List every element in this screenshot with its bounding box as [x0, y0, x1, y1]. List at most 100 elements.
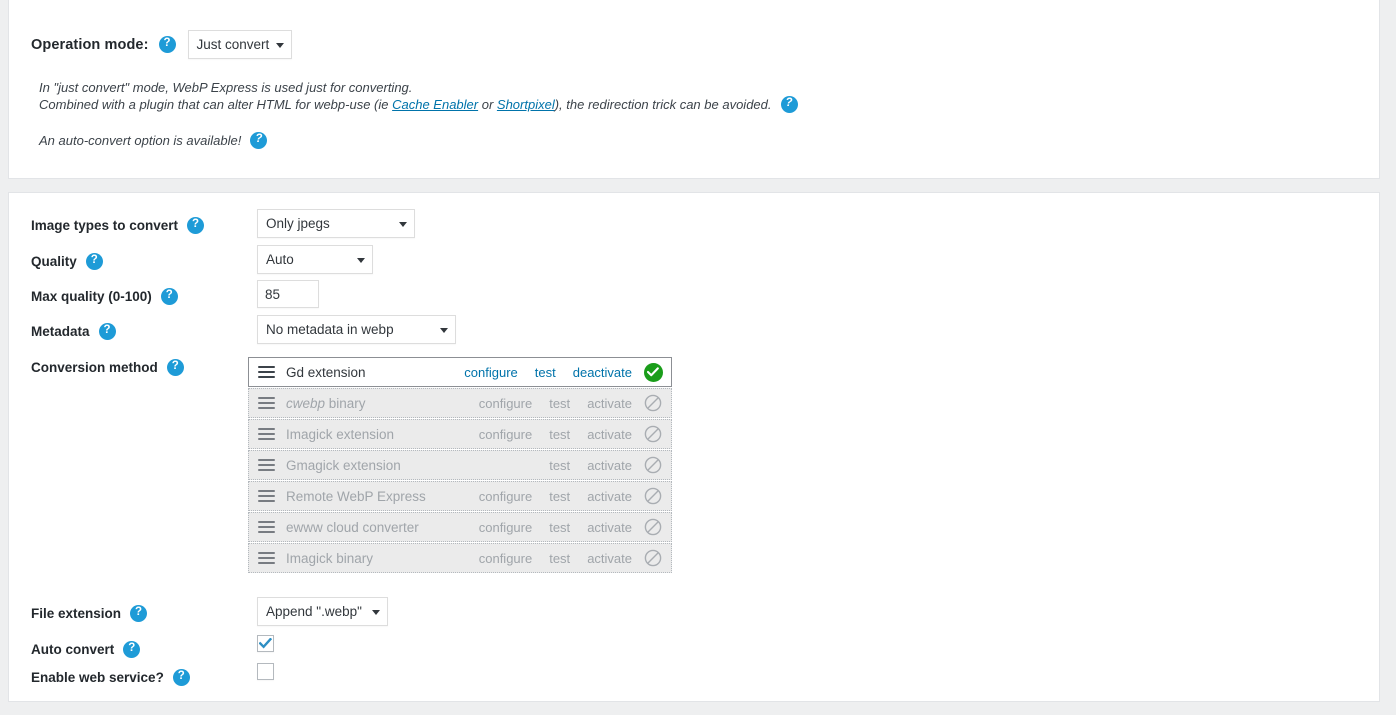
toggle-activation-link[interactable]: activate	[587, 520, 632, 535]
no-entry-icon	[644, 456, 662, 474]
toggle-activation-link[interactable]: activate	[587, 458, 632, 473]
quality-row: Quality ? Auto	[9, 245, 1379, 280]
configure-link[interactable]: configure	[464, 365, 517, 380]
no-entry-icon	[644, 394, 662, 412]
metadata-select[interactable]: No metadata in webp	[257, 315, 456, 344]
drag-handle-icon[interactable]	[258, 459, 275, 471]
configure-link[interactable]: configure	[479, 396, 532, 411]
quality-select[interactable]: Auto	[257, 245, 373, 274]
configure-link[interactable]: configure	[479, 489, 532, 504]
max-quality-control	[257, 280, 319, 308]
drag-handle-icon[interactable]	[258, 521, 275, 533]
test-link[interactable]: test	[549, 489, 570, 504]
file-extension-select[interactable]: Append ".webp"	[257, 597, 388, 626]
question-mark-icon[interactable]: ?	[250, 132, 268, 150]
test-link[interactable]: test	[549, 458, 570, 473]
image-types-select[interactable]: Only jpegs	[257, 209, 415, 238]
question-mark-icon[interactable]: ?	[158, 36, 176, 53]
conversion-method-actions: configure test activate	[479, 489, 632, 504]
toggle-activation-link[interactable]: deactivate	[573, 365, 632, 380]
conversion-method-row[interactable]: ewww cloud converter configure test activat…	[248, 512, 672, 542]
operation-mode-panel: Operation mode: ? Just convert In "just …	[8, 0, 1380, 179]
image-types-control: Only jpegs	[257, 209, 415, 238]
auto-convert-checkbox[interactable]	[257, 635, 274, 652]
toggle-activation-link[interactable]: activate	[587, 551, 632, 566]
question-mark-icon[interactable]: ?	[123, 640, 141, 658]
conversion-method-actions: configure test activate	[479, 396, 632, 411]
drag-handle-icon[interactable]	[258, 428, 275, 440]
question-mark-icon[interactable]: ?	[98, 322, 116, 340]
conversion-method-row: Conversion method ?	[9, 356, 1379, 386]
operation-mode-select-value: Just convert	[196, 37, 270, 52]
test-link[interactable]: test	[549, 551, 570, 566]
settings-page: Operation mode: ? Just convert In "just …	[0, 0, 1396, 715]
file-extension-control: Append ".webp"	[257, 597, 388, 626]
test-link[interactable]: test	[549, 427, 570, 442]
conversion-method-row[interactable]: Remote WebP Express configure test activate	[248, 481, 672, 511]
conversion-method-row[interactable]: Gd extension configure test deactivate	[248, 357, 672, 387]
conversion-method-row[interactable]: cwebp binary configure test activate	[248, 388, 672, 418]
drag-handle-icon[interactable]	[258, 366, 275, 378]
configure-link[interactable]: configure	[479, 427, 532, 442]
question-mark-icon[interactable]: ?	[166, 358, 184, 376]
enable-web-service-control	[257, 663, 274, 683]
question-mark-icon[interactable]: ?	[187, 216, 205, 234]
auto-convert-label-wrap: Auto convert ?	[31, 638, 141, 660]
enable-web-service-label-wrap: Enable web service? ?	[31, 666, 190, 688]
test-link[interactable]: test	[549, 396, 570, 411]
max-quality-input[interactable]	[257, 280, 319, 308]
quality-label-wrap: Quality ?	[31, 250, 103, 272]
conversion-method-list[interactable]: Gd extension configure test deactivate cwebp…	[248, 357, 672, 574]
toggle-activation-link[interactable]: activate	[587, 489, 632, 504]
max-quality-label-wrap: Max quality (0-100) ?	[31, 285, 178, 307]
quality-control: Auto	[257, 245, 373, 274]
configure-link[interactable]: configure	[479, 520, 532, 535]
conversion-method-row[interactable]: Imagick extension configure test activate	[248, 419, 672, 449]
cache-enabler-link[interactable]: Cache Enabler	[392, 97, 478, 112]
conversion-method-actions: configure test activate	[479, 427, 632, 442]
conversion-method-status	[643, 486, 663, 506]
question-mark-icon[interactable]: ?	[160, 287, 178, 305]
toggle-activation-link[interactable]: activate	[587, 396, 632, 411]
max-quality-row: Max quality (0-100) ?	[9, 280, 1379, 315]
drag-handle-icon[interactable]	[258, 490, 275, 502]
conversion-method-label: Conversion method	[31, 359, 158, 375]
test-link[interactable]: test	[549, 520, 570, 535]
checkmark-icon	[259, 638, 272, 649]
image-types-row: Image types to convert ? Only jpegs	[9, 209, 1379, 244]
enable-web-service-checkbox[interactable]	[257, 663, 274, 680]
test-link[interactable]: test	[535, 365, 556, 380]
mode-description-text-1: In "just convert" mode, WebP Express is …	[39, 80, 413, 95]
chevron-down-icon	[372, 609, 380, 615]
metadata-control: No metadata in webp	[257, 315, 456, 344]
conversion-method-status	[643, 548, 663, 568]
shortpixel-link[interactable]: Shortpixel	[497, 97, 555, 112]
toggle-activation-link[interactable]: activate	[587, 427, 632, 442]
file-extension-select-value: Append ".webp"	[266, 604, 362, 619]
mode-description-line-2: Combined with a plugin that can alter HT…	[39, 96, 798, 114]
conversion-method-status	[643, 424, 663, 444]
enable-web-service-row: Enable web service? ?	[9, 663, 1379, 696]
metadata-row: Metadata ? No metadata in webp	[9, 315, 1379, 350]
image-types-select-value: Only jpegs	[266, 216, 330, 231]
conversion-method-row[interactable]: Gmagick extension test activate	[248, 450, 672, 480]
drag-handle-icon[interactable]	[258, 552, 275, 564]
auto-convert-label: Auto convert	[31, 641, 115, 657]
conversion-method-status	[643, 362, 663, 382]
conversion-method-name: cwebp binary	[286, 395, 366, 411]
conversion-method-name-emphasis: cwebp	[286, 395, 326, 411]
chevron-down-icon	[276, 42, 285, 48]
configure-link[interactable]: configure	[479, 551, 532, 566]
question-mark-icon[interactable]: ?	[780, 96, 798, 114]
conversion-method-name: Gd extension	[286, 364, 366, 380]
question-mark-icon[interactable]: ?	[130, 604, 148, 622]
question-mark-icon[interactable]: ?	[172, 668, 190, 686]
conversion-method-row[interactable]: Imagick binary configure test activate	[248, 543, 672, 573]
file-extension-label: File extension	[31, 605, 122, 621]
metadata-label-wrap: Metadata ?	[31, 320, 116, 342]
drag-handle-icon[interactable]	[258, 397, 275, 409]
conversion-method-status	[643, 517, 663, 537]
operation-mode-select[interactable]: Just convert	[187, 30, 293, 59]
question-mark-icon[interactable]: ?	[85, 252, 103, 270]
no-entry-icon	[644, 425, 662, 443]
